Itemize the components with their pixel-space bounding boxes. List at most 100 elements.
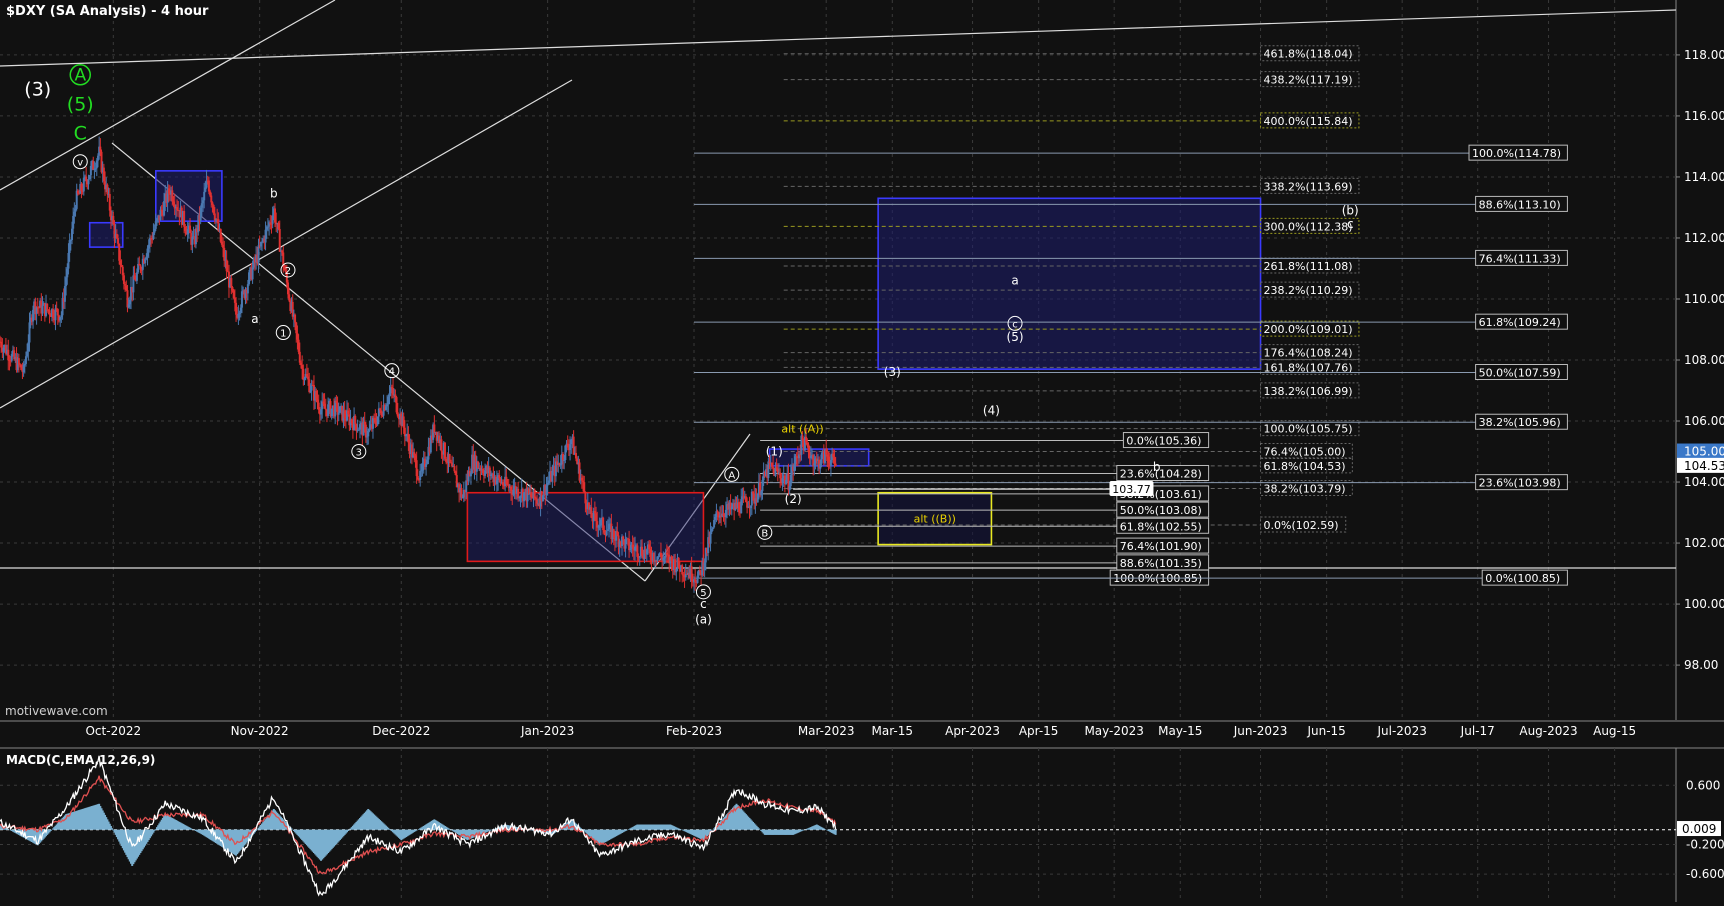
candle-body: [443, 442, 446, 459]
x-tick-label: Apr-15: [1019, 724, 1059, 738]
retrace-label: 0.0%(105.36): [1126, 435, 1201, 448]
candle-body: [56, 309, 59, 316]
y-tick-label: 116.00: [1684, 109, 1724, 123]
fib-label: 38.2%(103.79): [1264, 482, 1346, 495]
candle-body: [354, 415, 357, 425]
fib-label: 0.0%(102.59): [1264, 519, 1339, 532]
y-tick-label: 102.00: [1684, 536, 1724, 550]
fib-label: 238.2%(110.29): [1264, 284, 1353, 297]
candle-body: [605, 530, 608, 536]
x-tick-label: Aug-2023: [1519, 724, 1577, 738]
candle-body: [772, 466, 775, 468]
wave-label: b: [270, 187, 278, 201]
wave-label: (2): [785, 492, 802, 506]
current-price-label: 104.53: [1684, 459, 1724, 473]
chart-root: Oct-2022 Nov-2022 Dec-2022 Jan-2023 Feb-2023…: [0, 0, 1724, 902]
wave-label: a: [251, 312, 258, 326]
macd-tick-label: -0.200: [1686, 838, 1724, 852]
retrace-label: 50.0%(103.08): [1120, 504, 1202, 517]
y-tick-label: 110.00: [1684, 292, 1724, 306]
x-tick-label: Apr-2023: [945, 724, 1000, 738]
wave-label: A: [74, 66, 86, 86]
candle-body: [203, 191, 206, 201]
retrace-label: 76.4%(101.90): [1120, 540, 1202, 553]
wave-label: 3: [356, 448, 362, 459]
y-tick-label: 108.00: [1684, 353, 1724, 367]
callout-label: 103.77: [1112, 483, 1151, 496]
macd-tick-label: -0.600: [1686, 867, 1724, 881]
y-tick-label: 106.00: [1684, 414, 1724, 428]
y-tick-label: 112.00: [1684, 231, 1724, 245]
wave-label: 4: [389, 367, 395, 378]
retrace-label: 88.6%(101.35): [1120, 557, 1202, 570]
wave-label: (4): [983, 403, 1000, 417]
y-tick-label: 118.00: [1684, 48, 1724, 62]
price-chart[interactable]: Oct-2022 Nov-2022 Dec-2022 Jan-2023 Feb-2023…: [0, 0, 1724, 902]
x-tick-label: Jul-17: [1460, 724, 1495, 738]
macd-value-label: 0.009: [1682, 822, 1716, 836]
candle-body: [440, 439, 443, 452]
y-tick-label: 114.00: [1684, 170, 1724, 184]
wave-label: alt ((A)): [781, 423, 823, 436]
x-tick-label: Jan-2023: [520, 724, 574, 738]
wave-label: (b): [1342, 204, 1359, 218]
fib-label: 138.2%(106.99): [1264, 385, 1353, 398]
candle-body: [294, 314, 297, 323]
chart-title: $DXY (SA Analysis) - 4 hour: [6, 4, 209, 19]
wave-label: C: [74, 123, 87, 145]
x-tick-label: Aug-15: [1593, 724, 1636, 738]
wave-label: (a): [695, 612, 712, 626]
wave-label: (5): [67, 94, 94, 116]
fib-label: 300.0%(112.38): [1264, 220, 1353, 233]
retrace-label: 61.8%(102.55): [1120, 520, 1202, 533]
wave-label: 2: [285, 266, 291, 277]
fib-label: 200.0%(109.01): [1264, 323, 1353, 336]
wave-label: 1: [280, 329, 286, 340]
x-tick-label: Mar-2023: [798, 724, 855, 738]
candle-body: [117, 238, 120, 244]
zone-label: alt ((B)): [914, 513, 956, 526]
wave-label: b: [1153, 460, 1161, 474]
x-tick-label: May-2023: [1084, 724, 1143, 738]
macd-tick-label: 0.600: [1686, 778, 1720, 792]
fib-label: 100.0%(105.75): [1264, 423, 1353, 436]
fibright-label: 23.6%(103.98): [1479, 477, 1561, 490]
candle-body: [87, 179, 90, 185]
candle-body: [46, 303, 49, 310]
fib-label: 400.0%(115.84): [1264, 115, 1353, 128]
fibright-label: 88.6%(113.10): [1479, 198, 1561, 211]
x-tick-label: Dec-2022: [372, 724, 430, 738]
wave-label: a: [1011, 274, 1018, 288]
candle-body: [583, 482, 586, 493]
fib-label: 176.4%(108.24): [1264, 347, 1353, 360]
candle-body: [41, 305, 44, 314]
fib-label: 461.8%(118.04): [1264, 48, 1353, 61]
fib-label: 438.2%(117.19): [1264, 74, 1353, 87]
wave-label: (5): [1007, 330, 1024, 344]
fibright-label: 100.0%(114.78): [1472, 147, 1561, 160]
fib-label: 338.2%(113.69): [1264, 180, 1353, 193]
y-tick-label: 104.00: [1684, 475, 1724, 489]
y-tick-label: 100.00: [1684, 597, 1724, 611]
wave-label: A: [728, 470, 735, 481]
wave-label: v: [77, 158, 83, 169]
wave-label: c: [1347, 217, 1354, 231]
watermark: motivewave.com: [5, 704, 108, 718]
fibright-label: 50.0%(107.59): [1479, 367, 1561, 380]
fibright-label: 61.8%(109.24): [1479, 316, 1561, 329]
fib-label: 61.8%(104.53): [1264, 460, 1346, 473]
candle-body: [433, 424, 436, 433]
macd-title: MACD(C,EMA,12,26,9): [6, 753, 156, 767]
retrace-label: 23.6%(104.28): [1120, 467, 1202, 480]
wave-label: c: [700, 597, 707, 611]
candle-body: [453, 466, 456, 472]
x-tick-label: Feb-2023: [666, 724, 722, 738]
fib-label: 261.8%(111.08): [1264, 260, 1353, 273]
fibright-label: 76.4%(111.33): [1479, 252, 1561, 265]
x-tick-label: Oct-2022: [85, 724, 141, 738]
x-tick-label: Mar-15: [872, 724, 913, 738]
fibright-label: 0.0%(100.85): [1485, 572, 1560, 585]
fib-label: 76.4%(105.00): [1264, 446, 1346, 459]
wave-label: (1): [766, 445, 783, 459]
candle-body: [230, 278, 233, 288]
